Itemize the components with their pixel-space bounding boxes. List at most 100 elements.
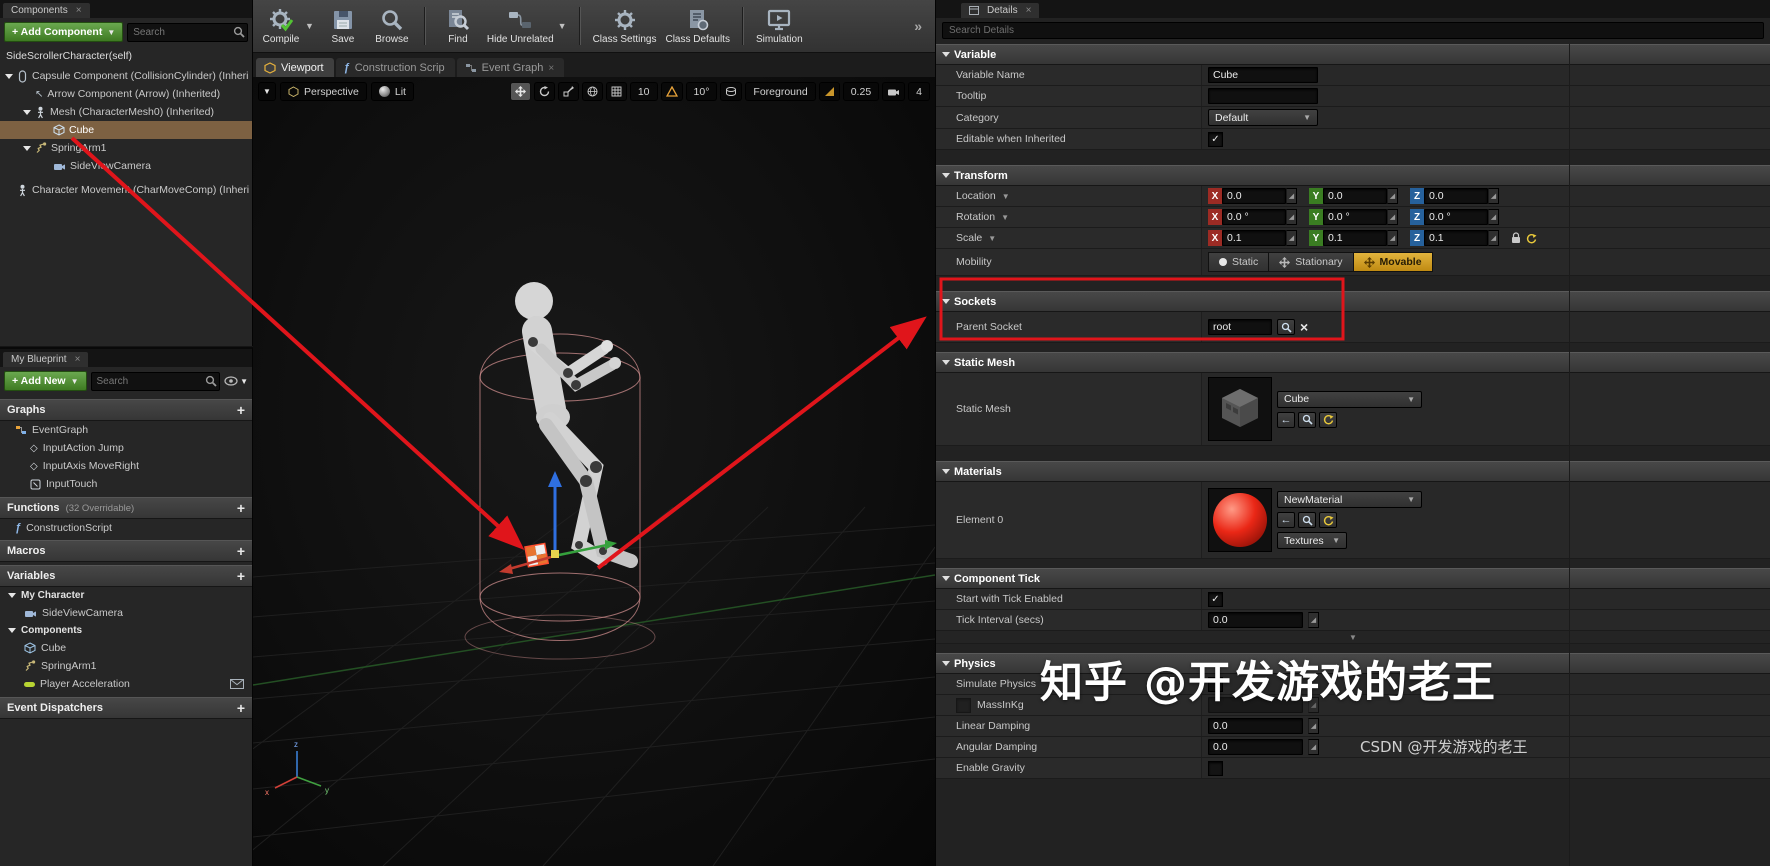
tree-item-arrow-component[interactable]: ↖ Arrow Component (Arrow) (Inherited): [0, 85, 252, 103]
scale-snap-toggle[interactable]: [818, 82, 840, 101]
world-local-toggle-button[interactable]: [581, 82, 603, 101]
start-tick-checkbox[interactable]: [1208, 591, 1223, 607]
category-dropdown[interactable]: Default ▼: [1208, 109, 1318, 126]
scale-y-input[interactable]: [1323, 230, 1387, 246]
drag-spinner-icon[interactable]: [1286, 188, 1297, 204]
rotation-x-input[interactable]: [1222, 209, 1286, 225]
tab-construction-script[interactable]: ƒ Construction Scrip: [335, 58, 455, 78]
translate-tool-button[interactable]: [509, 82, 531, 101]
drag-spinner-icon[interactable]: [1308, 739, 1319, 755]
tab-components[interactable]: Components ×: [3, 3, 90, 18]
drag-spinner-icon[interactable]: [1387, 188, 1398, 204]
angular-damping-input[interactable]: [1208, 739, 1303, 755]
mass-override-checkbox[interactable]: [956, 697, 971, 713]
clear-socket-button[interactable]: ×: [1300, 320, 1308, 334]
expander-icon[interactable]: [5, 73, 13, 79]
list-item-inputaction-jump[interactable]: ◇ InputAction Jump: [0, 439, 252, 457]
camera-speed-button[interactable]: [882, 82, 906, 101]
reset-asset-button[interactable]: [1319, 512, 1337, 528]
drag-spinner-icon[interactable]: [1286, 209, 1297, 225]
list-item-inputtouch[interactable]: InputTouch: [0, 475, 252, 493]
close-icon[interactable]: ×: [1026, 5, 1032, 16]
compile-button[interactable]: Compile: [261, 7, 301, 45]
add-function-button[interactable]: +: [237, 501, 245, 515]
close-icon[interactable]: ×: [548, 63, 554, 74]
list-item-var-cube[interactable]: Cube: [0, 639, 252, 657]
viewport[interactable]: z x y ▼ Perspective Lit 10 10° Foregroun…: [253, 77, 935, 866]
perspective-button[interactable]: Perspective: [280, 82, 367, 101]
tab-my-blueprint[interactable]: My Blueprint ×: [3, 352, 89, 367]
scale-x-input[interactable]: [1222, 230, 1286, 246]
layer-snap-value[interactable]: Foreground: [745, 82, 816, 101]
rotation-snap-value[interactable]: 10°: [685, 82, 718, 101]
expander-icon[interactable]: [23, 109, 31, 115]
drag-spinner-icon[interactable]: [1488, 188, 1499, 204]
section-header-variable[interactable]: Variable: [936, 44, 1770, 65]
drag-spinner-icon[interactable]: [1286, 230, 1297, 246]
browse-asset-button[interactable]: [1298, 411, 1316, 428]
tree-item-springarm[interactable]: SpringArm1: [0, 139, 252, 157]
layer-snap-toggle[interactable]: [720, 82, 743, 101]
add-component-button[interactable]: + Add Component ▼: [4, 22, 124, 42]
simulation-button[interactable]: Simulation: [756, 7, 803, 45]
expander-icon[interactable]: [8, 628, 16, 633]
section-header-physics[interactable]: Physics: [936, 653, 1770, 674]
rotation-snap-toggle[interactable]: [660, 82, 683, 101]
variable-category-my-character[interactable]: My Character: [0, 587, 252, 604]
add-macro-button[interactable]: +: [237, 544, 245, 558]
compile-options-caret[interactable]: ▼: [305, 21, 314, 31]
textures-dropdown[interactable]: Textures ▼: [1277, 532, 1347, 549]
parent-socket-input[interactable]: [1208, 319, 1272, 335]
list-item-var-player-acceleration[interactable]: Player Acceleration: [0, 675, 252, 693]
drag-spinner-icon[interactable]: [1488, 209, 1499, 225]
simulate-physics-checkbox[interactable]: [1208, 676, 1223, 692]
details-search-input[interactable]: [942, 22, 1764, 39]
viewport-options-button[interactable]: ▼: [258, 82, 276, 101]
tree-item-cube[interactable]: Cube: [0, 121, 252, 139]
section-header-transform[interactable]: Transform: [936, 165, 1770, 186]
list-item-eventgraph[interactable]: EventGraph: [0, 421, 252, 439]
close-icon[interactable]: ×: [76, 5, 82, 16]
add-graph-button[interactable]: +: [237, 403, 245, 417]
add-event-dispatcher-button[interactable]: +: [237, 701, 245, 715]
static-mesh-dropdown[interactable]: Cube ▼: [1277, 390, 1422, 408]
variable-category-components[interactable]: Components: [0, 622, 252, 639]
camera-speed-value[interactable]: 4: [908, 82, 930, 101]
visibility-filter-button[interactable]: ▼: [224, 376, 248, 386]
location-z-input[interactable]: [1424, 188, 1488, 204]
material-dropdown[interactable]: NewMaterial ▼: [1277, 491, 1422, 508]
save-button[interactable]: Save: [323, 7, 363, 45]
drag-spinner-icon[interactable]: [1308, 612, 1319, 628]
show-advanced-expander[interactable]: ▼: [936, 631, 1770, 644]
section-header-sockets[interactable]: Sockets: [936, 291, 1770, 312]
mobility-movable-button[interactable]: Movable: [1353, 252, 1433, 272]
hide-unrelated-button[interactable]: Hide Unrelated: [487, 7, 554, 45]
material-thumbnail[interactable]: [1208, 488, 1272, 552]
mobility-stationary-button[interactable]: Stationary: [1269, 252, 1354, 272]
browse-button[interactable]: Browse: [372, 7, 412, 45]
find-button[interactable]: Find: [438, 7, 478, 45]
enable-gravity-checkbox[interactable]: [1208, 760, 1223, 776]
list-item-var-sideviewcamera[interactable]: SideViewCamera: [0, 604, 252, 622]
list-item-constructionscript[interactable]: ƒ ConstructionScript: [0, 519, 252, 537]
expander-icon[interactable]: [23, 145, 31, 151]
variable-name-input[interactable]: [1208, 67, 1318, 83]
section-header-materials[interactable]: Materials: [936, 461, 1770, 482]
add-new-button[interactable]: + Add New ▼: [4, 371, 87, 391]
socket-search-button[interactable]: [1277, 319, 1295, 335]
drag-spinner-icon[interactable]: [1387, 230, 1398, 246]
add-variable-button[interactable]: +: [237, 569, 245, 583]
tick-interval-input[interactable]: [1208, 612, 1303, 628]
my-blueprint-search-input[interactable]: [90, 371, 221, 391]
tree-item-character-movement[interactable]: Character Movement (CharMoveComp) (Inher…: [0, 181, 252, 199]
close-icon[interactable]: ×: [75, 354, 81, 365]
drag-spinner-icon[interactable]: [1308, 697, 1319, 713]
list-item-inputaxis-moveright[interactable]: ◇ InputAxis MoveRight: [0, 457, 252, 475]
grid-snap-value[interactable]: 10: [629, 82, 658, 101]
tab-details[interactable]: Details ×: [961, 3, 1040, 18]
drag-spinner-icon[interactable]: [1308, 718, 1319, 734]
expander-icon[interactable]: [8, 593, 16, 598]
reset-asset-button[interactable]: [1319, 411, 1337, 428]
tab-event-graph[interactable]: Event Graph ×: [456, 58, 565, 78]
rotate-tool-button[interactable]: [533, 82, 555, 101]
